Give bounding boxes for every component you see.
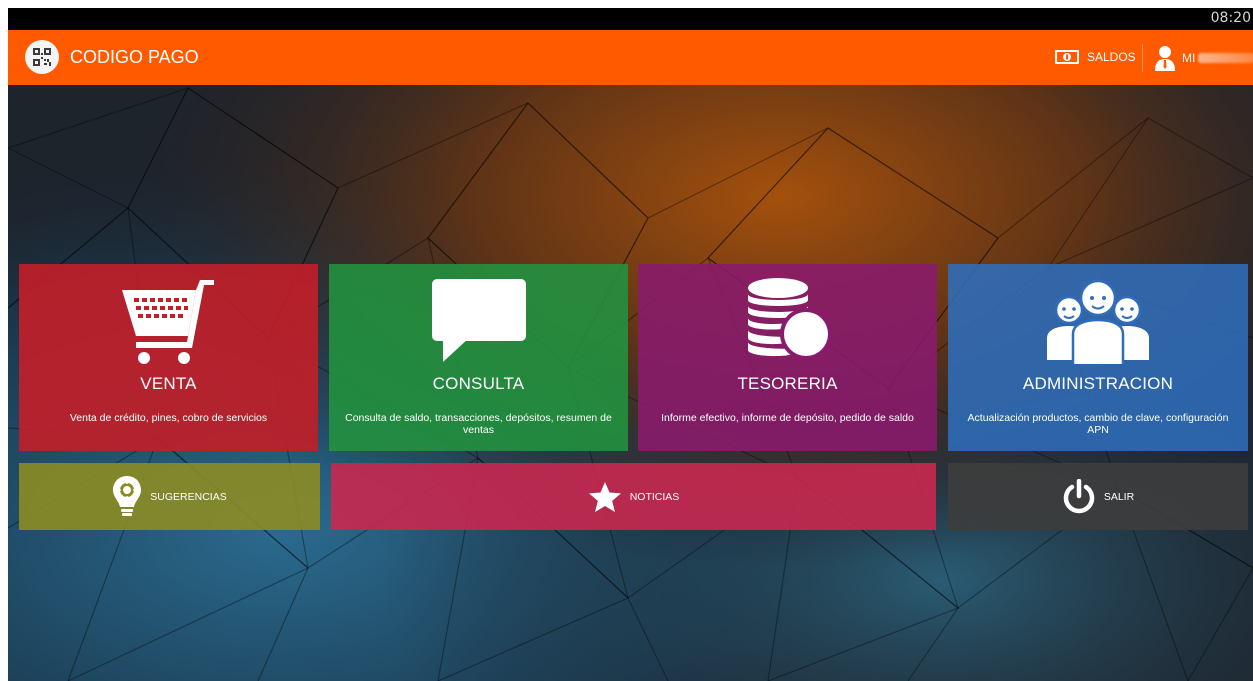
tile-administracion[interactable]: ADMINISTRACION Actualización productos, … (948, 264, 1248, 451)
tile-tesoreria-title: TESORERIA (737, 374, 838, 393)
app-bar-divider (1142, 44, 1143, 72)
tile-consulta[interactable]: CONSULTA Consulta de saldo, transaccione… (329, 264, 628, 451)
star-icon (588, 481, 622, 513)
tile-salir-label: SALIR (1103, 490, 1135, 503)
user-avatar-icon (1154, 45, 1176, 71)
coins-icon (638, 276, 937, 366)
status-bar: 08:20 (8, 8, 1253, 30)
tile-consulta-title: CONSULTA (432, 374, 525, 393)
tile-tesoreria-description: Informe efectivo, informe de depósito, p… (661, 412, 914, 424)
tile-salir[interactable]: SALIR (948, 463, 1248, 530)
tile-sugerencias-label: SUGERENCIAS (150, 490, 227, 503)
tile-sugerencias[interactable]: SUGERENCIAS (19, 463, 320, 530)
user-name-redacted (1198, 53, 1253, 63)
shopping-cart-icon (19, 276, 318, 366)
status-clock: 08:20 (1210, 10, 1251, 26)
app-title: CODIGO PAGO (70, 47, 199, 67)
saldos-button[interactable]: SALDOS (1054, 44, 1136, 70)
user-name: MI (1182, 51, 1196, 65)
tile-venta-description: Venta de crédito, pines, cobro de servic… (69, 412, 268, 424)
app-bar: CODIGO PAGO SALDOS MI (8, 30, 1253, 85)
user-menu-button[interactable]: MI Z (1154, 44, 1253, 72)
tile-venta-title: VENTA (140, 374, 197, 393)
saldos-label: SALDOS (1087, 50, 1136, 64)
screen: 08:20 CODIGO PAGO SALDOS MI VENTA Venta … (8, 8, 1253, 681)
tile-tesoreria[interactable]: TESORERIA Informe efectivo, informe de d… (638, 264, 937, 451)
tile-administracion-description: Actualización productos, cambio de clave… (967, 412, 1229, 436)
power-icon (1062, 478, 1096, 515)
tile-consulta-description: Consulta de saldo, transacciones, depósi… (345, 412, 612, 436)
speech-bubble-icon (329, 276, 628, 366)
money-icon (1054, 49, 1080, 65)
tile-venta[interactable]: VENTA Venta de crédito, pines, cobro de … (19, 264, 318, 451)
tile-administracion-title: ADMINISTRACION (1022, 374, 1174, 393)
lightbulb-icon (112, 475, 142, 519)
tile-noticias-label: NOTICIAS (629, 490, 680, 503)
tile-noticias[interactable]: NOTICIAS (331, 463, 936, 530)
app-logo-icon[interactable] (25, 40, 59, 74)
users-group-icon (948, 276, 1248, 366)
